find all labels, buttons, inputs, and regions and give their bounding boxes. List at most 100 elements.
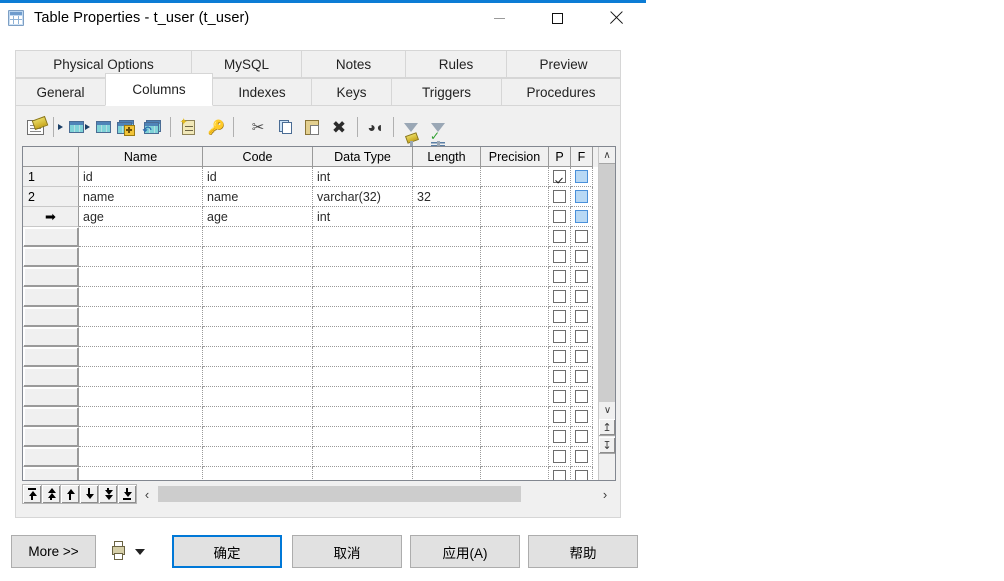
table-row[interactable]: 2 name name varchar(32) 32 — [23, 187, 598, 207]
scroll-thumb[interactable] — [599, 164, 615, 402]
cell-primary-key[interactable] — [549, 247, 571, 267]
foreign-key-checkbox[interactable] — [575, 330, 588, 343]
cell-data-type[interactable]: int — [313, 207, 413, 227]
hscroll-thumb[interactable] — [158, 486, 521, 502]
cell-precision[interactable] — [481, 427, 549, 447]
cell-code[interactable]: age — [203, 207, 313, 227]
primary-key-checkbox[interactable] — [553, 310, 566, 323]
cell-code[interactable]: id — [203, 167, 313, 187]
table-row[interactable]: 1 id id int — [23, 167, 598, 187]
cell-foreign-key[interactable] — [571, 427, 593, 447]
cell-data-type[interactable] — [313, 347, 413, 367]
grid-horizontal-scrollbar[interactable] — [158, 486, 594, 502]
tab-indexes[interactable]: Indexes — [213, 78, 311, 106]
primary-key-checkbox[interactable] — [553, 190, 566, 203]
cell-code[interactable] — [203, 327, 313, 347]
customize-filter-icon[interactable] — [398, 114, 424, 146]
cell-name[interactable] — [79, 447, 203, 467]
row-header[interactable] — [23, 427, 79, 447]
cell-precision[interactable] — [481, 467, 549, 480]
cell-precision[interactable] — [481, 207, 549, 227]
row-header[interactable] — [23, 407, 79, 427]
cell-primary-key[interactable] — [549, 267, 571, 287]
cell-data-type[interactable] — [313, 327, 413, 347]
cell-name[interactable] — [79, 327, 203, 347]
cell-foreign-key[interactable] — [571, 287, 593, 307]
cell-primary-key[interactable] — [549, 167, 571, 187]
table-row[interactable] — [23, 267, 598, 287]
cell-code[interactable] — [203, 387, 313, 407]
primary-key-checkbox[interactable] — [553, 250, 566, 263]
cell-code[interactable] — [203, 347, 313, 367]
tab-preview[interactable]: Preview — [506, 50, 621, 78]
nav-first-button[interactable] — [22, 484, 42, 504]
cell-data-type[interactable] — [313, 427, 413, 447]
cell-code[interactable] — [203, 287, 313, 307]
foreign-key-checkbox[interactable] — [575, 290, 588, 303]
cell-name[interactable] — [79, 227, 203, 247]
row-header[interactable] — [23, 367, 79, 387]
cell-primary-key[interactable] — [549, 307, 571, 327]
grid-header-rownum[interactable] — [23, 147, 79, 167]
row-header[interactable]: 2 — [23, 187, 79, 207]
foreign-key-checkbox[interactable] — [575, 250, 588, 263]
grid-header-p[interactable]: P — [549, 147, 571, 167]
cell-data-type[interactable] — [313, 247, 413, 267]
primary-key-checkbox[interactable] — [553, 410, 566, 423]
maximize-button[interactable] — [534, 3, 580, 33]
cell-length[interactable] — [413, 407, 481, 427]
cell-precision[interactable] — [481, 387, 549, 407]
cell-name[interactable] — [79, 427, 203, 447]
cell-code[interactable] — [203, 307, 313, 327]
cell-code[interactable] — [203, 467, 313, 480]
primary-key-checkbox[interactable] — [553, 170, 566, 183]
primary-key-checkbox[interactable] — [553, 210, 566, 223]
foreign-key-checkbox[interactable] — [575, 310, 588, 323]
cell-length[interactable] — [413, 307, 481, 327]
cell-primary-key[interactable] — [549, 227, 571, 247]
nav-down-button[interactable] — [79, 484, 99, 504]
cell-foreign-key[interactable] — [571, 367, 593, 387]
cell-data-type[interactable] — [313, 447, 413, 467]
cell-primary-key[interactable] — [549, 187, 571, 207]
cell-length[interactable] — [413, 207, 481, 227]
cell-foreign-key[interactable] — [571, 467, 593, 480]
primary-key-checkbox[interactable] — [553, 370, 566, 383]
cancel-button[interactable]: 取消 — [292, 535, 402, 568]
cell-length[interactable] — [413, 387, 481, 407]
cell-foreign-key[interactable] — [571, 387, 593, 407]
cell-foreign-key[interactable] — [571, 167, 593, 187]
cell-length[interactable] — [413, 347, 481, 367]
properties-icon[interactable] — [22, 114, 48, 140]
close-button[interactable] — [593, 3, 639, 33]
grid-vertical-scrollbar[interactable]: ∧ ∨ ↥ ↧ — [598, 147, 615, 480]
cell-code[interactable] — [203, 267, 313, 287]
foreign-key-checkbox[interactable] — [575, 210, 588, 223]
tab-notes[interactable]: Notes — [301, 50, 405, 78]
table-row[interactable] — [23, 427, 598, 447]
cell-length[interactable] — [413, 367, 481, 387]
columns-grid[interactable]: Name Code Data Type Length Precision P F 1 id id i… — [22, 146, 616, 481]
cell-name[interactable] — [79, 307, 203, 327]
add-row-icon[interactable] — [112, 114, 138, 140]
cell-data-type[interactable] — [313, 267, 413, 287]
cell-precision[interactable] — [481, 367, 549, 387]
row-header[interactable] — [23, 467, 79, 480]
cell-primary-key[interactable] — [549, 427, 571, 447]
note-icon[interactable]: ✦ — [175, 114, 201, 140]
cell-foreign-key[interactable] — [571, 267, 593, 287]
grid-header-precision[interactable]: Precision — [481, 147, 549, 167]
primary-key-checkbox[interactable] — [553, 270, 566, 283]
table-row[interactable] — [23, 287, 598, 307]
insert-row-icon[interactable] — [58, 114, 84, 140]
cell-precision[interactable] — [481, 287, 549, 307]
cell-data-type[interactable] — [313, 287, 413, 307]
row-header[interactable] — [23, 307, 79, 327]
scroll-down-button[interactable]: ∨ — [599, 402, 615, 419]
table-row[interactable] — [23, 367, 598, 387]
insert-row-below-icon[interactable] — [85, 114, 111, 140]
cell-length[interactable] — [413, 467, 481, 480]
table-row[interactable] — [23, 407, 598, 427]
delete-icon[interactable]: ✖ — [326, 114, 352, 140]
cell-length[interactable] — [413, 447, 481, 467]
